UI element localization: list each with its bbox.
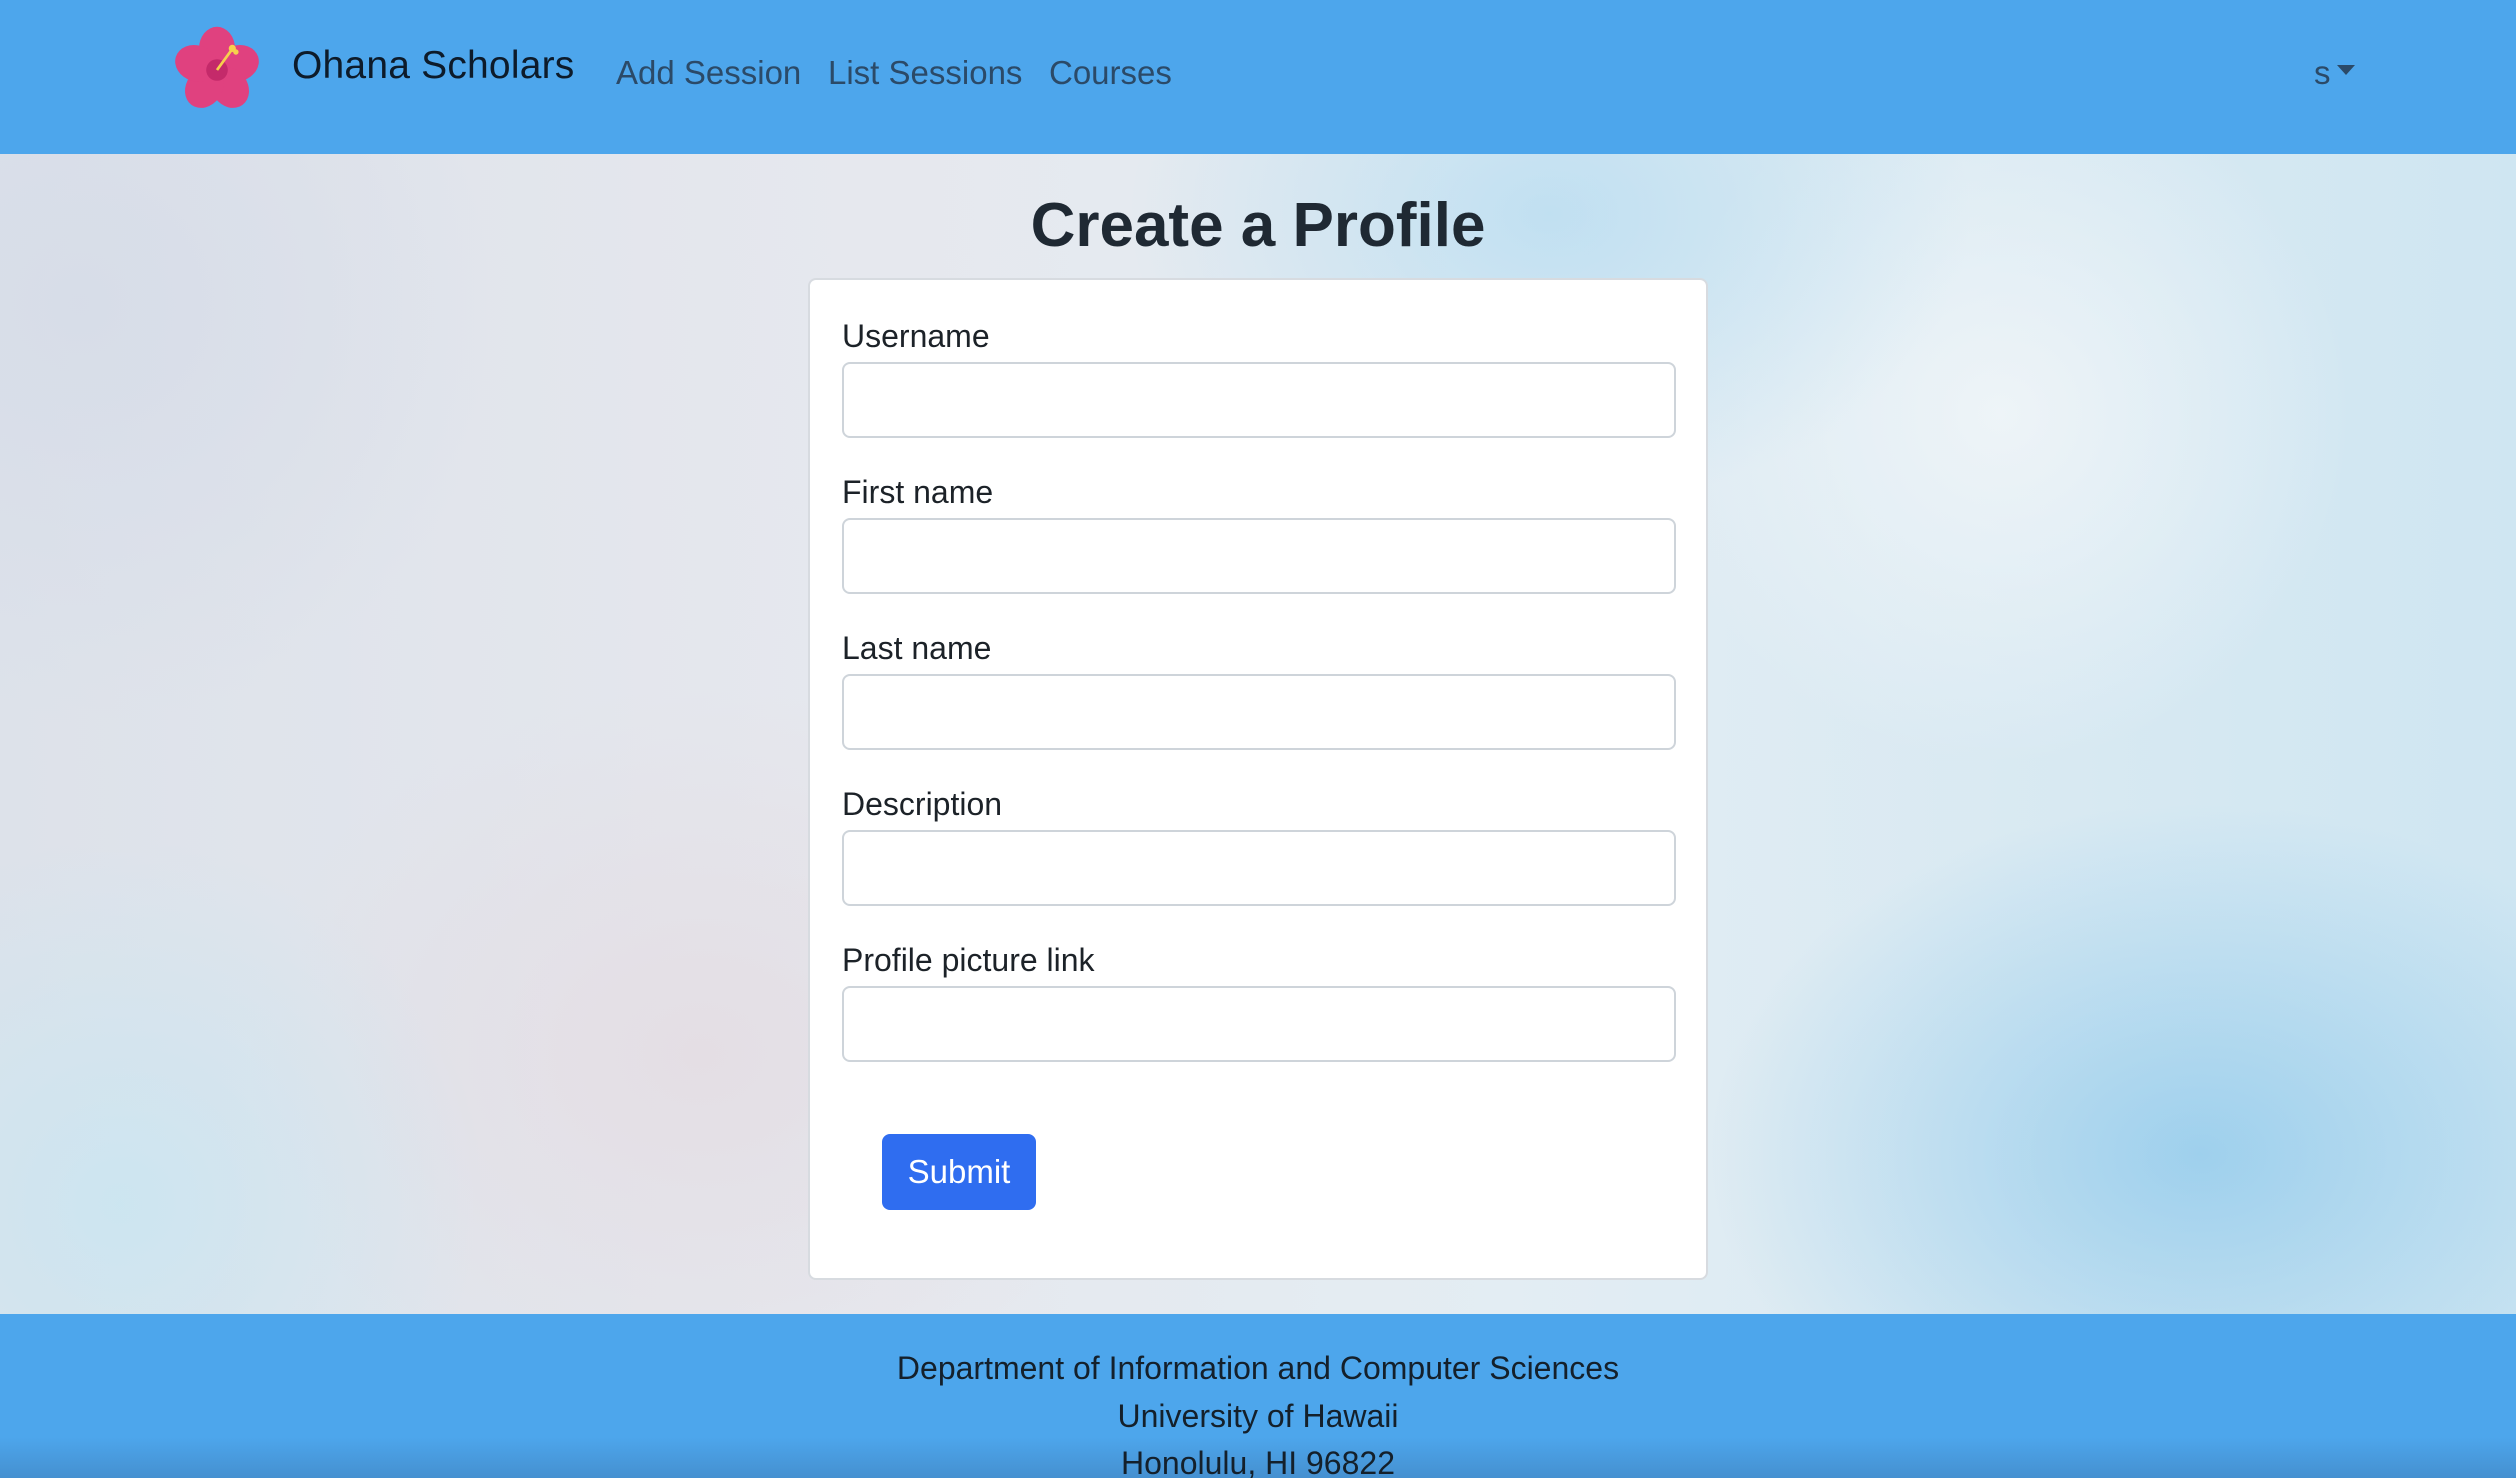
profile-form-card: Username First name Last name Descriptio… [808,278,1708,1280]
description-label: Description [842,786,1003,822]
footer-university: University of Hawaii [1117,1398,1399,1434]
first-name-input[interactable] [842,518,1676,594]
submit-button[interactable]: Submit [882,1134,1036,1210]
nav-link-list-sessions[interactable]: List Sessions [828,54,1022,92]
footer-address: Honolulu, HI 96822 [1121,1445,1395,1478]
brand-name[interactable]: Ohana Scholars [292,44,574,88]
page-title: Create a Profile [1030,191,1486,260]
footer-department: Department of Information and Computer S… [896,1350,1620,1386]
profile-picture-link-label: Profile picture link [842,942,1095,978]
top-navbar: Ohana Scholars Add Session List Sessions… [0,0,2516,154]
last-name-label: Last name [842,630,992,666]
user-dropdown-label: s [2314,54,2331,91]
first-name-label: First name [842,474,994,510]
description-input[interactable] [842,830,1676,906]
hibiscus-flower-icon[interactable] [172,24,262,116]
footer: Department of Information and Computer S… [0,1314,2516,1478]
username-input[interactable] [842,362,1676,438]
nav-link-courses[interactable]: Courses [1049,54,1172,92]
nav-link-add-session[interactable]: Add Session [616,54,801,92]
caret-down-icon [2336,65,2355,75]
username-label: Username [842,318,990,354]
main-content: Create a Profile Username First name Las… [0,154,2516,1314]
last-name-input[interactable] [842,674,1676,750]
user-dropdown[interactable]: s [2314,54,2355,92]
profile-picture-link-input[interactable] [842,986,1676,1062]
